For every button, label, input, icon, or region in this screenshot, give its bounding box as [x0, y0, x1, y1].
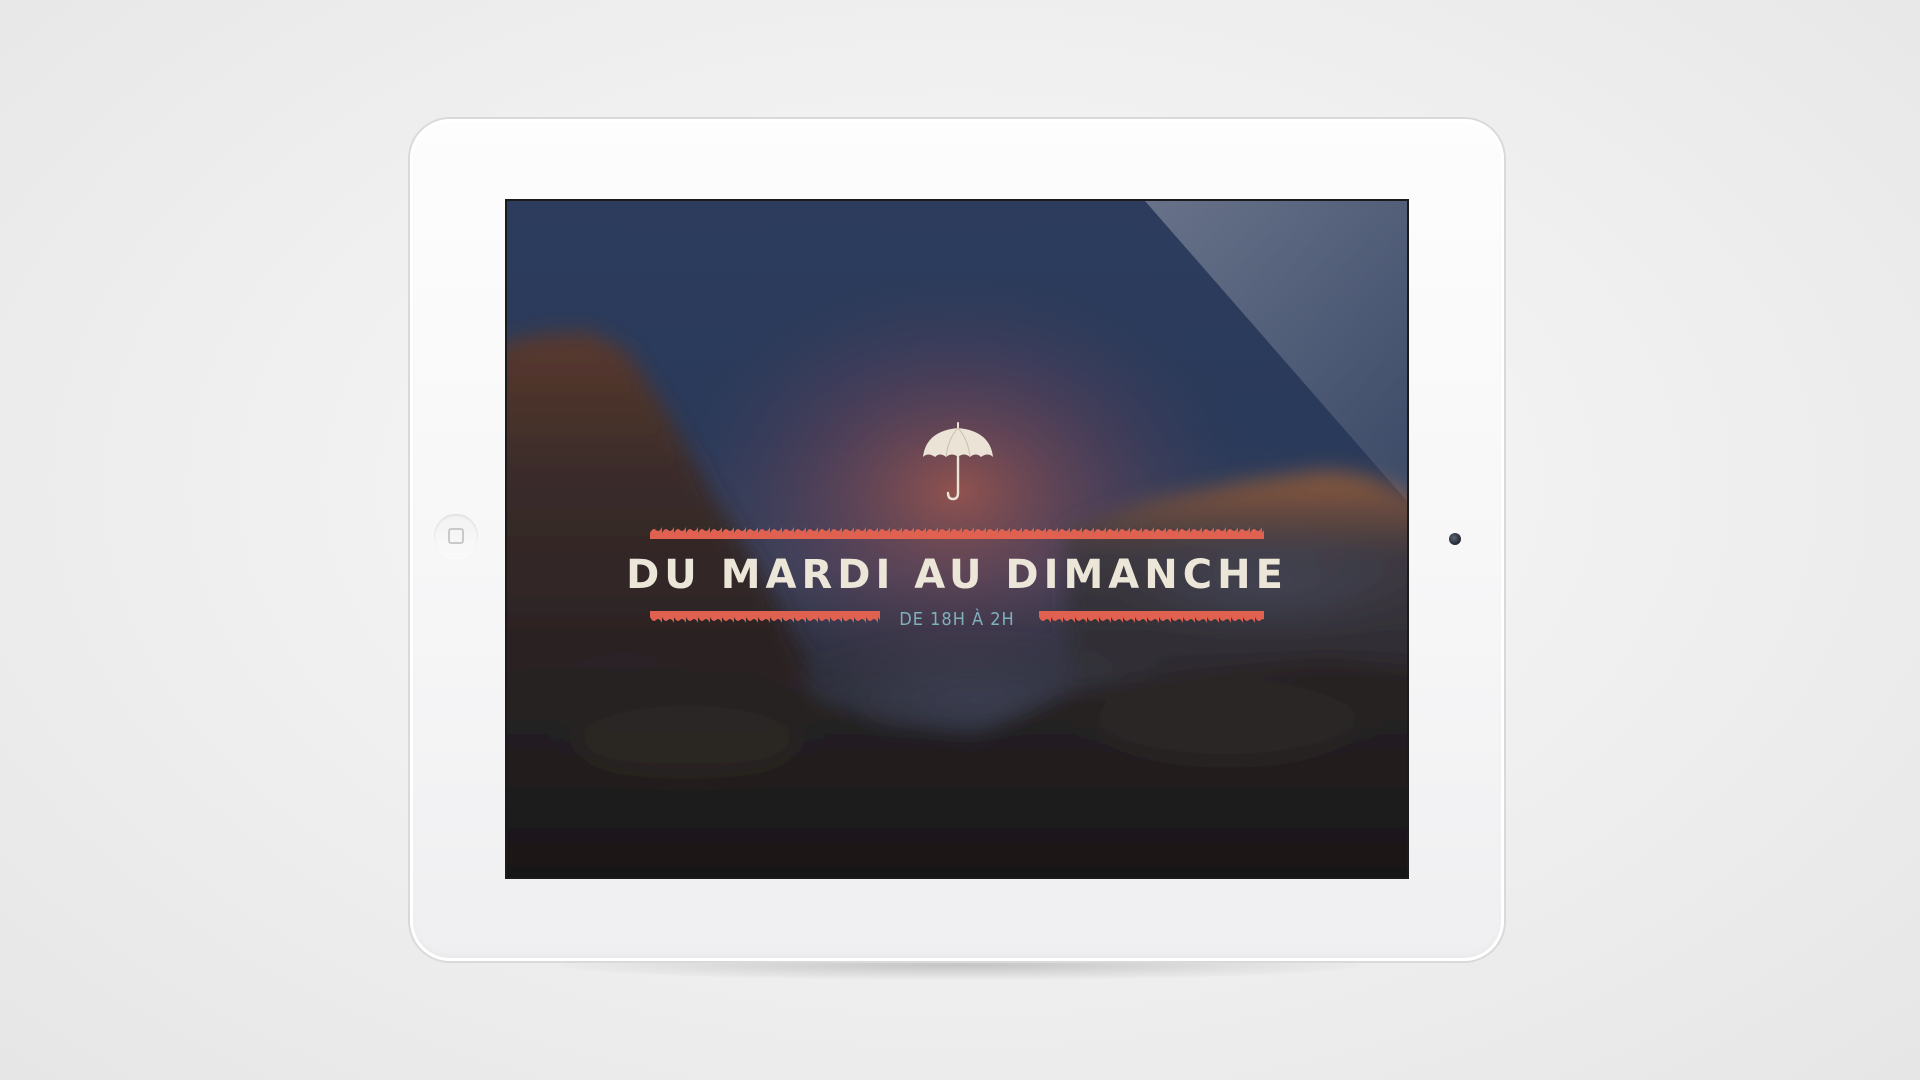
device-screen: DU MARDI AU DIMANCHE DE 18H À 2H	[507, 201, 1407, 877]
front-camera	[1449, 533, 1461, 545]
home-button-icon	[448, 528, 464, 544]
decorative-rule-bottom-right	[1039, 611, 1264, 623]
decorative-rule-top	[650, 527, 1264, 539]
umbrella-icon	[923, 422, 993, 501]
tablet-device: DU MARDI AU DIMANCHE DE 18H À 2H	[410, 119, 1504, 961]
screen-content: DU MARDI AU DIMANCHE DE 18H À 2H	[507, 201, 1407, 877]
home-button[interactable]	[434, 514, 478, 558]
headline: DU MARDI AU DIMANCHE	[626, 552, 1288, 598]
hours-text: DE 18H À 2H	[899, 609, 1015, 630]
